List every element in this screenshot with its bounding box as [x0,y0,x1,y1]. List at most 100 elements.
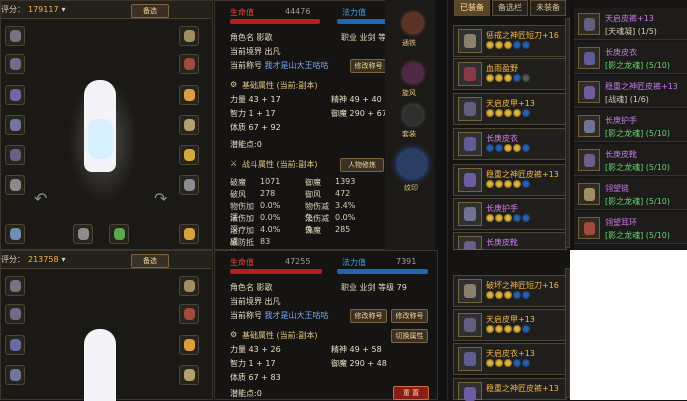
side-button-3-label: 套装 [402,130,416,138]
list-item[interactable]: 长庚皮衣 [453,128,567,160]
side-button-1[interactable] [403,13,423,33]
slot-ring-icon[interactable] [179,335,199,355]
basic-attr-icon: ⚙ [230,330,238,339]
character-hair [84,329,116,401]
slot-chest-icon[interactable] [5,54,25,74]
detail-item[interactable]: 长庚护手 [影之龙魂] (5/10) [574,110,687,142]
slot-extra3-icon[interactable] [109,224,129,244]
spirit-stat: 精神 49 + 58 [331,345,382,354]
item-icon [458,29,482,53]
slot-legs-icon[interactable] [5,335,25,355]
slot-necklace-icon[interactable] [179,276,199,296]
slot-bracelet-icon[interactable] [179,115,199,135]
slot-necklace-icon[interactable] [179,26,199,46]
side-button-3[interactable] [403,105,423,125]
def-stat: 御魔 290 + 48 [331,359,387,368]
hp-label: 生命值 [230,8,254,17]
slot-hands-icon[interactable] [5,115,25,135]
basic-attr-title: 基础属性 (当前:副本) [242,331,318,340]
slot-head-icon[interactable] [5,26,25,46]
modify-title-button[interactable]: 修改称号 [350,59,387,73]
detail-item-name: 长庚皮靴 [605,150,637,159]
character-dress [88,119,113,159]
item-name: 长庚皮衣 [486,134,518,143]
item-name: 天启皮甲+13 [486,315,535,324]
slot-bracelet-icon[interactable] [179,365,199,385]
slot-amulet-icon[interactable] [179,304,199,324]
scrollbar[interactable] [565,18,570,248]
detail-item[interactable]: 翎望耳环 [影之龙魂] (5/10) [574,212,687,244]
switch-attributes-button[interactable]: 切换属性 [391,329,428,343]
blank-area [570,250,687,400]
rating-value: 213758 [28,255,59,264]
detail-item[interactable]: 长庚皮衣 [影之龙魂] (5/10) [574,42,687,74]
combat-attr-icon: ⚔ [230,159,238,168]
item-icon [458,382,482,401]
item-name: 破坏之神匠短刀+16 [486,281,559,290]
detail-item[interactable]: 稳重之神匠皮裤+13 [战魂] (1/6) [574,76,687,108]
slot-head-icon[interactable] [5,276,25,296]
list-item[interactable]: 惩戒之神匠短刀+16 [453,25,567,57]
detail-item-sub: [影之龙魂] (5/10) [605,163,670,172]
detail-item[interactable]: 翎望链 [影之龙魂] (5/10) [574,178,687,210]
rating-chevron-icon: ▾ [61,5,66,14]
reset-button[interactable]: 重 置 [393,386,429,400]
side-button-2-label: 旋风 [402,89,416,97]
hp-bar [230,19,320,24]
slot-charm-icon[interactable] [179,145,199,165]
slot-legs-icon[interactable] [5,85,25,105]
detail-item-name: 天启皮裤+13 [605,14,654,23]
power-stat: 力量 43 + 17 [230,95,281,104]
slot-chest-icon[interactable] [5,304,25,324]
title-info: 当前称号 我才是山大王咕咕 [230,311,329,320]
slot-amulet-icon[interactable] [179,54,199,74]
list-item[interactable]: 血雨盈野 [453,58,567,90]
mp-bar [337,269,428,274]
slot-extra1-icon[interactable] [5,224,25,244]
detail-item[interactable]: 长庚皮靴 [影之龙魂] (5/10) [574,144,687,176]
tab-backup[interactable]: 备选栏 [492,0,528,16]
list-item[interactable]: 天启皮甲+13 [453,309,567,341]
side-button-4[interactable] [398,150,426,178]
character-cultivation-button[interactable]: 人物修炼 [340,158,384,172]
item-name: 稳重之神匠皮裤+13 [486,384,559,393]
list-item[interactable]: 稳重之神匠皮裤+13 [453,378,567,401]
slot-weapon-icon[interactable] [5,175,25,195]
slot-ring-icon[interactable] [179,85,199,105]
combat-row: 破魔 1071 御魔 1393 [230,177,356,187]
mp-label: 法力值 [342,258,366,267]
potential-points: 潜能点:0 [230,140,262,149]
slot-offhand-icon[interactable] [179,175,199,195]
int-stat: 智力 1 + 17 [230,109,276,118]
slot-extra2-icon[interactable] [73,224,93,244]
list-item[interactable]: 天启皮甲+13 [453,93,567,125]
con-stat: 体质 67 + 92 [230,123,281,132]
detail-item-name: 翎望耳环 [605,218,637,227]
slot-feet-icon[interactable] [5,145,25,165]
list-item[interactable]: 稳重之神匠皮裤+13 [453,164,567,196]
tab-unequipped[interactable]: 未装备 [530,0,566,16]
bottom-backup-button[interactable]: 备选 [131,254,169,268]
list-item[interactable]: 长庚护手 [453,198,567,230]
modify-title-button[interactable]: 修改称号 [350,309,387,323]
tab-equipped[interactable]: 已装备 [454,0,490,16]
hp-value: 44476 [285,7,311,16]
top-backup-button[interactable]: 备选 [131,4,169,18]
list-item[interactable]: 天启皮衣+13 [453,343,567,375]
power-stat: 力量 43 + 26 [230,345,281,354]
side-button-2[interactable] [403,63,423,83]
modify-title-button-2[interactable]: 修改称号 [391,309,428,323]
list-item[interactable]: 破坏之神匠短刀+16 [453,275,567,307]
combat-row: 破风 278 御风 472 [230,189,351,199]
rotate-right-icon[interactable]: ↷ [154,189,167,208]
item-name: 惩戒之神匠短刀+16 [486,31,559,40]
detail-item[interactable]: 天启皮裤+13 [天魂凝] (1/5) [574,8,687,40]
slot-extra4-icon[interactable] [179,224,199,244]
item-icon [458,97,482,121]
list-item[interactable]: 长庚皮靴 [453,232,567,255]
int-stat: 智力 1 + 17 [230,359,276,368]
item-name: 血雨盈野 [486,64,518,73]
rotate-left-icon[interactable]: ↶ [34,189,47,208]
slot-hands-icon[interactable] [5,365,25,385]
combat-table: 破魔 1071 御魔 1393 破风 278 御风 472 物伤加深 0.0% 物伤减免 3.4%… [230,177,385,258]
